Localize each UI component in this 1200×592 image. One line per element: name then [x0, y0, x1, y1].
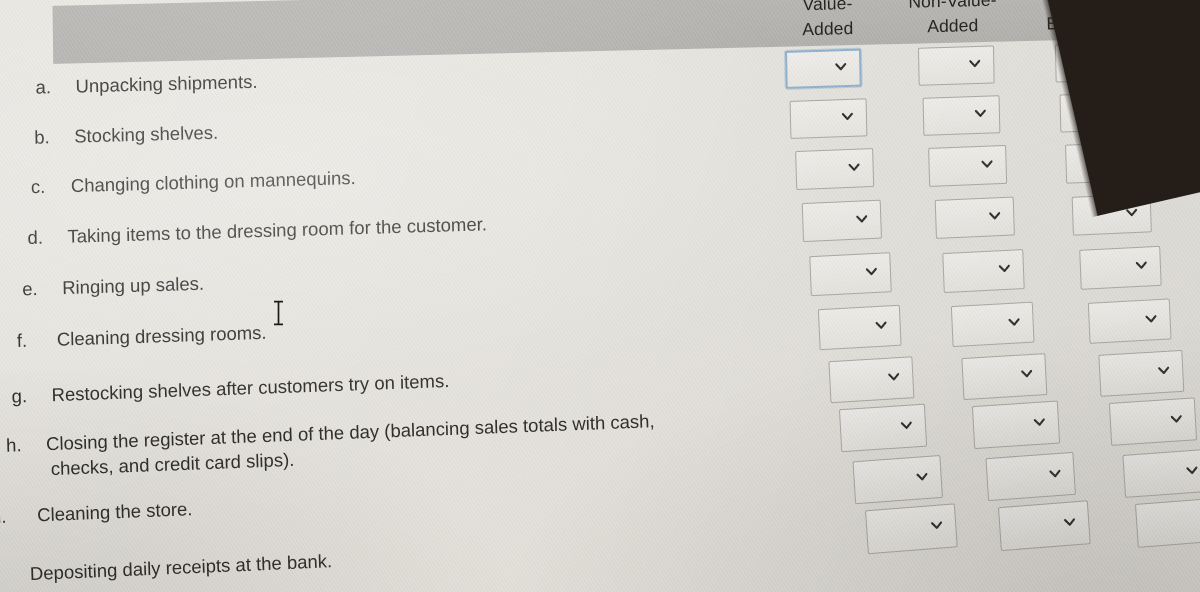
classification-dropdown-r10-c1[interactable]: [865, 503, 958, 555]
chevron-down-icon: [1158, 365, 1170, 377]
classification-dropdown-r7-c3[interactable]: [1098, 349, 1185, 397]
chevron-down-icon: [835, 61, 847, 72]
chevron-down-icon: [1186, 464, 1198, 476]
classification-dropdown-r6-c1[interactable]: [817, 304, 902, 351]
classification-dropdown-r9-c1[interactable]: [852, 454, 943, 505]
worksheet-screen: Value- Added Non-Value- Added Can be Eli…: [0, 0, 1200, 592]
classification-dropdown-r8-c2[interactable]: [971, 400, 1061, 450]
classification-dropdown-r2-c3[interactable]: [1059, 91, 1138, 133]
classification-dropdown-r1-c3[interactable]: [1054, 42, 1132, 83]
chevron-down-icon: [865, 266, 877, 278]
classification-dropdown-r7-c1[interactable]: [828, 356, 915, 404]
chevron-down-icon: [1135, 260, 1147, 272]
chevron-down-icon: [888, 371, 900, 383]
classification-dropdown-r5-c3[interactable]: [1079, 245, 1162, 290]
chevron-down-icon: [1106, 55, 1118, 66]
chevron-down-icon: [969, 58, 981, 69]
chevron-down-icon: [856, 213, 868, 224]
chevron-down-icon: [1049, 467, 1061, 479]
classification-dropdown-r3-c2[interactable]: [928, 144, 1008, 187]
classification-dropdown-r10-c3[interactable]: [1134, 497, 1200, 548]
chevron-down-icon: [989, 210, 1001, 221]
classification-dropdown-r7-c2[interactable]: [961, 353, 1048, 401]
classification-dropdown-r4-c3[interactable]: [1071, 193, 1152, 236]
classification-dropdown-r6-c2[interactable]: [950, 301, 1035, 348]
chevron-down-icon: [1063, 516, 1076, 528]
chevron-down-icon: [1126, 206, 1138, 217]
classification-dropdown-r9-c3[interactable]: [1122, 448, 1200, 498]
classification-dropdown-r8-c3[interactable]: [1108, 397, 1198, 446]
classification-dropdown-r6-c3[interactable]: [1087, 298, 1172, 344]
classification-dropdown-grid: [0, 0, 1200, 592]
classification-dropdown-r5-c1[interactable]: [809, 252, 892, 297]
classification-dropdown-r2-c2[interactable]: [922, 95, 1001, 136]
chevron-down-icon: [998, 263, 1010, 275]
chevron-down-icon: [848, 161, 860, 172]
classification-dropdown-r9-c2[interactable]: [985, 451, 1076, 502]
text-ibeam-cursor: [273, 300, 284, 326]
classification-dropdown-r8-c1[interactable]: [838, 403, 928, 453]
chevron-down-icon: [931, 519, 943, 531]
classification-dropdown-r2-c1[interactable]: [789, 98, 868, 139]
classification-dropdown-r3-c3[interactable]: [1065, 141, 1145, 184]
chevron-down-icon: [1111, 104, 1123, 115]
chevron-down-icon: [1008, 316, 1020, 328]
chevron-down-icon: [1021, 368, 1033, 380]
classification-dropdown-r10-c2[interactable]: [997, 500, 1091, 552]
chevron-down-icon: [900, 419, 913, 431]
classification-dropdown-r4-c1[interactable]: [801, 199, 882, 243]
classification-dropdown-r3-c1[interactable]: [795, 148, 875, 191]
chevron-down-icon: [1033, 416, 1046, 428]
chevron-down-icon: [841, 111, 853, 122]
classification-dropdown-r1-c2[interactable]: [917, 45, 995, 86]
chevron-down-icon: [981, 158, 993, 169]
chevron-down-icon: [1170, 413, 1183, 425]
classification-dropdown-r1-c1[interactable]: [784, 48, 862, 89]
chevron-down-icon: [1118, 155, 1130, 166]
chevron-down-icon: [974, 108, 986, 119]
chevron-down-icon: [875, 319, 887, 331]
screenshot-photo: Value- Added Non-Value- Added Can be Eli…: [0, 0, 1200, 592]
classification-dropdown-r4-c2[interactable]: [934, 196, 1015, 239]
chevron-down-icon: [1145, 313, 1157, 325]
classification-dropdown-r5-c2[interactable]: [942, 249, 1025, 294]
chevron-down-icon: [916, 470, 928, 482]
